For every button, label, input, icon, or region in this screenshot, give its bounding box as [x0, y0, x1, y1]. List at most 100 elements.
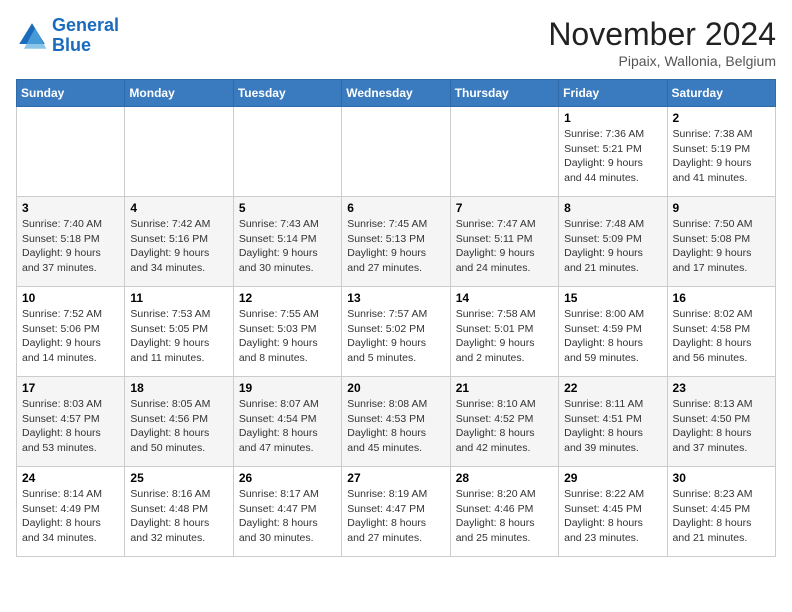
day-info: Sunrise: 8:16 AM Sunset: 4:48 PM Dayligh…: [130, 487, 227, 546]
calendar-cell: 5 Sunrise: 7:43 AM Sunset: 5:14 PM Daylig…: [233, 197, 341, 287]
day-info: Sunrise: 8:02 AM Sunset: 4:58 PM Dayligh…: [673, 307, 770, 366]
calendar-cell: 26 Sunrise: 8:17 AM Sunset: 4:47 PM Dayli…: [233, 467, 341, 557]
calendar-cell: [342, 107, 450, 197]
day-info: Sunrise: 8:23 AM Sunset: 4:45 PM Dayligh…: [673, 487, 770, 546]
calendar-cell: 20 Sunrise: 8:08 AM Sunset: 4:53 PM Dayli…: [342, 377, 450, 467]
calendar-cell: 22 Sunrise: 8:11 AM Sunset: 4:51 PM Dayli…: [559, 377, 667, 467]
calendar-cell: 1 Sunrise: 7:36 AM Sunset: 5:21 PM Daylig…: [559, 107, 667, 197]
day-info: Sunrise: 7:45 AM Sunset: 5:13 PM Dayligh…: [347, 217, 444, 276]
calendar-cell: 23 Sunrise: 8:13 AM Sunset: 4:50 PM Dayli…: [667, 377, 775, 467]
day-info: Sunrise: 8:17 AM Sunset: 4:47 PM Dayligh…: [239, 487, 336, 546]
calendar-cell: 17Sunrise: 8:03 AM Sunset: 4:57 PM Dayli…: [17, 377, 125, 467]
calendar-cell: [125, 107, 233, 197]
weekday-header: Friday: [559, 80, 667, 107]
day-number: 28: [456, 471, 553, 485]
day-number: 13: [347, 291, 444, 305]
day-number: 10: [22, 291, 119, 305]
day-info: Sunrise: 7:57 AM Sunset: 5:02 PM Dayligh…: [347, 307, 444, 366]
day-info: Sunrise: 7:55 AM Sunset: 5:03 PM Dayligh…: [239, 307, 336, 366]
weekday-header: Monday: [125, 80, 233, 107]
title-block: November 2024 Pipaix, Wallonia, Belgium: [548, 16, 776, 69]
day-number: 30: [673, 471, 770, 485]
calendar-cell: 14 Sunrise: 7:58 AM Sunset: 5:01 PM Dayli…: [450, 287, 558, 377]
day-number: 8: [564, 201, 661, 215]
day-number: 24: [22, 471, 119, 485]
day-info: Sunrise: 7:43 AM Sunset: 5:14 PM Dayligh…: [239, 217, 336, 276]
month-title: November 2024: [548, 16, 776, 53]
day-number: 4: [130, 201, 227, 215]
day-number: 9: [673, 201, 770, 215]
day-info: Sunrise: 8:20 AM Sunset: 4:46 PM Dayligh…: [456, 487, 553, 546]
calendar-cell: 29 Sunrise: 8:22 AM Sunset: 4:45 PM Dayli…: [559, 467, 667, 557]
logo-text: General Blue: [52, 16, 119, 56]
calendar-cell: 18Sunrise: 8:05 AM Sunset: 4:56 PM Dayli…: [125, 377, 233, 467]
day-number: 2: [673, 111, 770, 125]
calendar-cell: 28 Sunrise: 8:20 AM Sunset: 4:46 PM Dayli…: [450, 467, 558, 557]
day-number: 22: [564, 381, 661, 395]
logo-line1: General: [52, 15, 119, 35]
calendar-table: SundayMondayTuesdayWednesdayThursdayFrid…: [16, 79, 776, 557]
calendar-cell: 7Sunrise: 7:47 AM Sunset: 5:11 PM Daylig…: [450, 197, 558, 287]
calendar-cell: 16 Sunrise: 8:02 AM Sunset: 4:58 PM Dayli…: [667, 287, 775, 377]
day-number: 23: [673, 381, 770, 395]
weekday-header: Thursday: [450, 80, 558, 107]
calendar-cell: 27Sunrise: 8:19 AM Sunset: 4:47 PM Dayli…: [342, 467, 450, 557]
calendar-body: 1 Sunrise: 7:36 AM Sunset: 5:21 PM Daylig…: [17, 107, 776, 557]
calendar-week-row: 17Sunrise: 8:03 AM Sunset: 4:57 PM Dayli…: [17, 377, 776, 467]
day-info: Sunrise: 8:03 AM Sunset: 4:57 PM Dayligh…: [22, 397, 119, 456]
day-info: Sunrise: 7:50 AM Sunset: 5:08 PM Dayligh…: [673, 217, 770, 276]
day-info: Sunrise: 8:07 AM Sunset: 4:54 PM Dayligh…: [239, 397, 336, 456]
day-number: 19: [239, 381, 336, 395]
day-number: 1: [564, 111, 661, 125]
calendar-cell: 2 Sunrise: 7:38 AM Sunset: 5:19 PM Daylig…: [667, 107, 775, 197]
day-number: 14: [456, 291, 553, 305]
day-number: 11: [130, 291, 227, 305]
day-info: Sunrise: 8:14 AM Sunset: 4:49 PM Dayligh…: [22, 487, 119, 546]
calendar-cell: 4 Sunrise: 7:42 AM Sunset: 5:16 PM Daylig…: [125, 197, 233, 287]
day-info: Sunrise: 8:13 AM Sunset: 4:50 PM Dayligh…: [673, 397, 770, 456]
weekday-header: Sunday: [17, 80, 125, 107]
location: Pipaix, Wallonia, Belgium: [548, 53, 776, 69]
calendar-week-row: 1 Sunrise: 7:36 AM Sunset: 5:21 PM Daylig…: [17, 107, 776, 197]
day-info: Sunrise: 7:58 AM Sunset: 5:01 PM Dayligh…: [456, 307, 553, 366]
day-number: 3: [22, 201, 119, 215]
day-number: 5: [239, 201, 336, 215]
calendar-cell: 10Sunrise: 7:52 AM Sunset: 5:06 PM Dayli…: [17, 287, 125, 377]
day-info: Sunrise: 7:36 AM Sunset: 5:21 PM Dayligh…: [564, 127, 661, 186]
calendar-cell: 12 Sunrise: 7:55 AM Sunset: 5:03 PM Dayli…: [233, 287, 341, 377]
day-info: Sunrise: 8:22 AM Sunset: 4:45 PM Dayligh…: [564, 487, 661, 546]
day-number: 15: [564, 291, 661, 305]
calendar-cell: 24 Sunrise: 8:14 AM Sunset: 4:49 PM Dayli…: [17, 467, 125, 557]
calendar-cell: 25 Sunrise: 8:16 AM Sunset: 4:48 PM Dayli…: [125, 467, 233, 557]
calendar-week-row: 10Sunrise: 7:52 AM Sunset: 5:06 PM Dayli…: [17, 287, 776, 377]
day-number: 12: [239, 291, 336, 305]
calendar-cell: 11Sunrise: 7:53 AM Sunset: 5:05 PM Dayli…: [125, 287, 233, 377]
calendar-cell: 6 Sunrise: 7:45 AM Sunset: 5:13 PM Daylig…: [342, 197, 450, 287]
logo-line2: Blue: [52, 35, 91, 55]
calendar-cell: 9 Sunrise: 7:50 AM Sunset: 5:08 PM Daylig…: [667, 197, 775, 287]
day-info: Sunrise: 7:40 AM Sunset: 5:18 PM Dayligh…: [22, 217, 119, 276]
day-number: 20: [347, 381, 444, 395]
day-number: 26: [239, 471, 336, 485]
calendar-cell: 8 Sunrise: 7:48 AM Sunset: 5:09 PM Daylig…: [559, 197, 667, 287]
day-info: Sunrise: 8:08 AM Sunset: 4:53 PM Dayligh…: [347, 397, 444, 456]
day-info: Sunrise: 7:42 AM Sunset: 5:16 PM Dayligh…: [130, 217, 227, 276]
calendar-cell: 3 Sunrise: 7:40 AM Sunset: 5:18 PM Daylig…: [17, 197, 125, 287]
day-number: 25: [130, 471, 227, 485]
calendar-cell: 19 Sunrise: 8:07 AM Sunset: 4:54 PM Dayli…: [233, 377, 341, 467]
day-number: 16: [673, 291, 770, 305]
calendar-cell: 15 Sunrise: 8:00 AM Sunset: 4:59 PM Dayli…: [559, 287, 667, 377]
day-number: 6: [347, 201, 444, 215]
day-info: Sunrise: 7:38 AM Sunset: 5:19 PM Dayligh…: [673, 127, 770, 186]
day-number: 29: [564, 471, 661, 485]
day-info: Sunrise: 8:00 AM Sunset: 4:59 PM Dayligh…: [564, 307, 661, 366]
calendar-week-row: 24 Sunrise: 8:14 AM Sunset: 4:49 PM Dayli…: [17, 467, 776, 557]
weekday-header: Saturday: [667, 80, 775, 107]
day-info: Sunrise: 8:11 AM Sunset: 4:51 PM Dayligh…: [564, 397, 661, 456]
calendar-header-row: SundayMondayTuesdayWednesdayThursdayFrid…: [17, 80, 776, 107]
calendar-cell: 30 Sunrise: 8:23 AM Sunset: 4:45 PM Dayli…: [667, 467, 775, 557]
calendar-cell: [450, 107, 558, 197]
day-info: Sunrise: 7:48 AM Sunset: 5:09 PM Dayligh…: [564, 217, 661, 276]
weekday-header: Tuesday: [233, 80, 341, 107]
day-number: 27: [347, 471, 444, 485]
